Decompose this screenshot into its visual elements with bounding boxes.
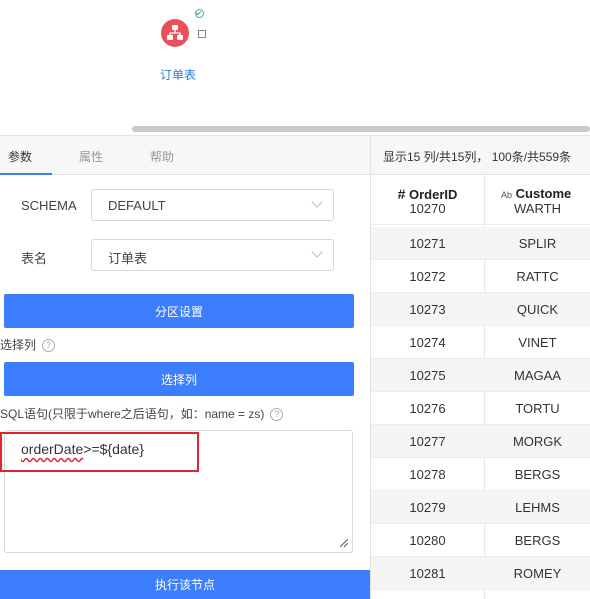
table-row[interactable]: 10274 VINET	[371, 326, 590, 359]
node-label: 订单表	[159, 68, 196, 82]
resize-handle-icon[interactable]	[340, 539, 348, 547]
cell-orderid: 10275	[409, 368, 446, 383]
cell-orderid: 10280	[409, 533, 446, 548]
panel-tabs: 参数 属性 帮助	[0, 136, 370, 175]
cell-customer: WARTH	[514, 201, 561, 216]
cell-customer: RATTC	[516, 269, 559, 284]
cell-customer: MAGAA	[514, 368, 561, 383]
cell-customer: LEHMS	[515, 500, 560, 515]
cell-customer: VINET	[518, 335, 557, 350]
cell-orderid: 10273	[409, 302, 446, 317]
execute-node-button[interactable]: 执行该节点	[0, 570, 370, 599]
table-row[interactable]: 10279 LEHMS	[371, 491, 590, 524]
help-icon[interactable]: ?	[270, 408, 284, 421]
cell-orderid: 10276	[409, 401, 446, 416]
horizontal-scrollbar[interactable]	[132, 126, 590, 132]
table-node-icon[interactable]	[161, 19, 189, 47]
table-row[interactable]: 10271 SPLIR	[371, 227, 590, 260]
cell-customer: SPLIR	[518, 236, 557, 251]
select-columns-label: 选择列?	[0, 336, 56, 353]
cell-orderid: 10278	[409, 467, 446, 482]
database-table-icon	[167, 25, 183, 40]
table-name-value: 订单表	[108, 251, 148, 266]
table-row[interactable]: 10281 ROMEY	[371, 557, 590, 590]
cell-orderid: 10270	[409, 201, 446, 216]
schema-value: DEFAULT	[108, 198, 166, 213]
cell-customer: MORGK	[512, 434, 563, 449]
help-icon[interactable]: ?	[42, 339, 56, 352]
cell-customer: ROMEY	[513, 566, 562, 581]
table-row[interactable]: 10278 BERGS	[371, 458, 590, 491]
table-name-select[interactable]: 订单表	[91, 239, 334, 271]
cell-customer: QUICK	[516, 302, 559, 317]
table-name-label: 表名	[21, 251, 48, 266]
table-row[interactable]: 10275 MAGAA	[371, 359, 590, 392]
cell-customer: BERGS	[514, 533, 561, 548]
cell-customer: TORTU	[515, 401, 560, 416]
highlight-box	[0, 432, 199, 472]
cell-customer: BERGS	[514, 467, 561, 482]
table-row[interactable]: 10270 WARTH	[371, 192, 590, 225]
chevron-down-icon	[311, 196, 323, 208]
grid-info-text: 显示15 列/共15列， 100条/共559条	[383, 150, 572, 164]
tab-help[interactable]: 帮助	[150, 148, 174, 165]
active-tab-indicator	[0, 173, 52, 175]
schema-label: SCHEMA	[21, 198, 77, 213]
cell-orderid: 10271	[409, 236, 446, 251]
node-output-port[interactable]	[198, 30, 206, 38]
cell-orderid: 10274	[409, 335, 446, 350]
schema-select[interactable]: DEFAULT	[91, 189, 334, 221]
partition-settings-button[interactable]: 分区设置	[4, 294, 354, 328]
tab-params[interactable]: 参数	[8, 148, 32, 165]
success-check-icon	[195, 9, 204, 18]
table-row[interactable]: 10272 RATTC	[371, 260, 590, 293]
chevron-down-icon	[311, 246, 323, 258]
sql-label: SQL语句(只限于where之后语句，如：name = zs)?	[0, 405, 284, 422]
cell-orderid: 10277	[409, 434, 446, 449]
sql-label-text: SQL语句(只限于where之后语句，如：name = zs)	[0, 407, 265, 421]
grid-info-bar: 显示15 列/共15列， 100条/共559条	[371, 136, 590, 175]
table-row[interactable]: 10273 QUICK	[371, 293, 590, 326]
cell-orderid: 10272	[409, 269, 446, 284]
table-row[interactable]: 10277 MORGK	[371, 425, 590, 458]
select-columns-button[interactable]: 选择列	[4, 362, 354, 396]
tab-properties[interactable]: 属性	[79, 148, 103, 165]
cell-orderid: 10281	[409, 566, 446, 581]
table-row[interactable]: 10276 TORTU	[371, 392, 590, 425]
cell-orderid: 10279	[409, 500, 446, 515]
table-row[interactable]: 10280 BERGS	[371, 524, 590, 557]
select-columns-label-text: 选择列	[0, 338, 37, 352]
